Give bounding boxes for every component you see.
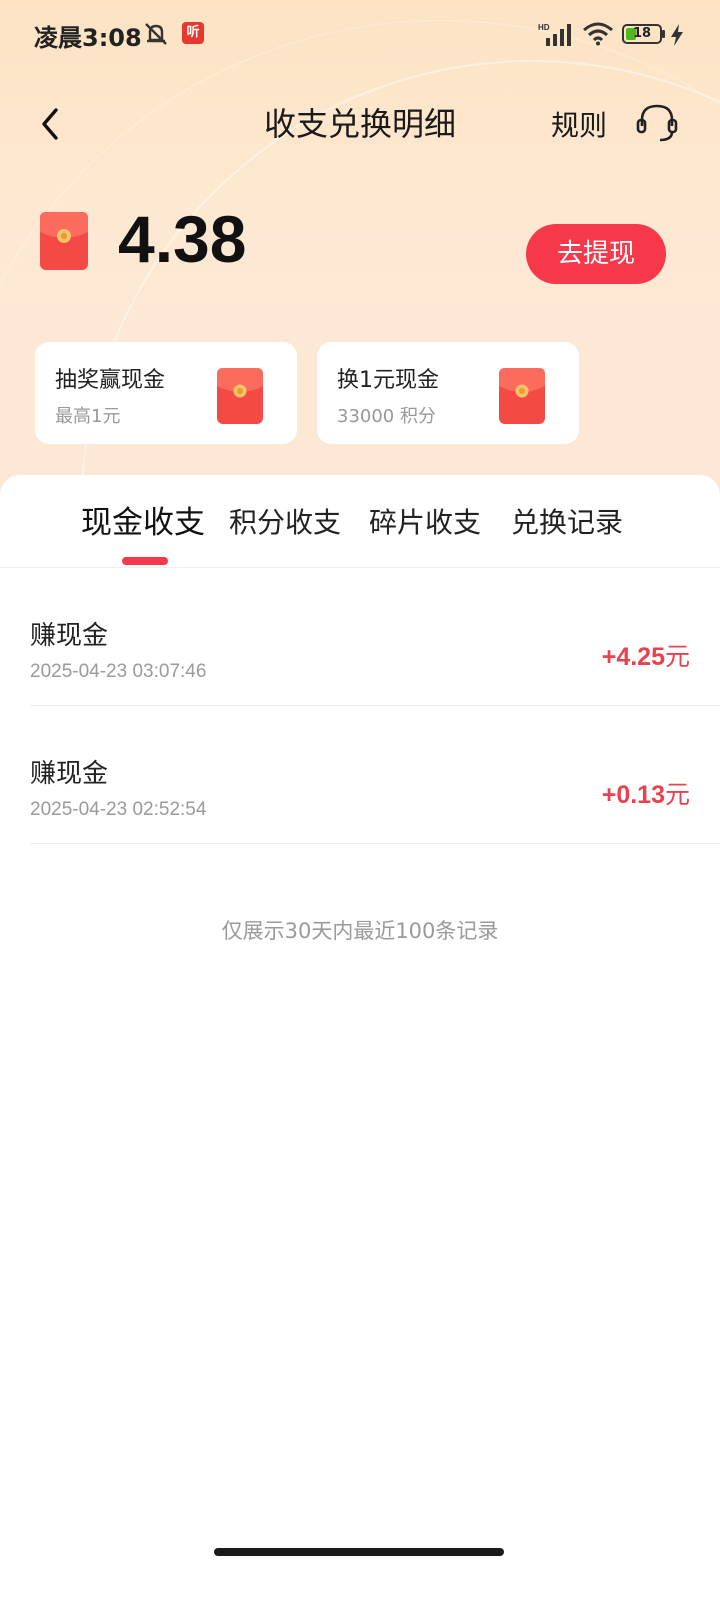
card-title: 抽奖赢现金 xyxy=(55,368,166,393)
app-notification-icon: 听 xyxy=(182,22,204,44)
battery-icon: 18 xyxy=(622,24,662,44)
card-subtitle: 最高1元 xyxy=(55,406,121,427)
status-time: 凌晨3:08 xyxy=(34,24,142,52)
record-title: 赚现金 xyxy=(30,759,109,789)
mute-icon xyxy=(145,23,167,45)
balance-amount: 4.38 xyxy=(118,202,247,276)
tab-bar: 现金收支 积分收支 碎片收支 兑换记录 xyxy=(0,475,720,568)
wifi-icon xyxy=(583,22,613,46)
card-title: 换1元现金 xyxy=(337,368,439,393)
footer-note: 仅展示30天内最近100条记录 xyxy=(221,919,499,943)
record-amount-unit: 元 xyxy=(664,781,690,809)
record-title: 赚现金 xyxy=(30,621,109,651)
record-amount: +4.25元 xyxy=(602,637,690,673)
record-amount-unit: 元 xyxy=(664,643,690,671)
record-amount: +0.13元 xyxy=(602,775,690,811)
customer-service-icon[interactable] xyxy=(634,100,680,146)
withdraw-button[interactable]: 去提现 xyxy=(526,224,666,284)
red-envelope-icon xyxy=(40,212,88,270)
tab-exchange-records[interactable]: 兑换记录 xyxy=(511,503,623,543)
battery-percent: 18 xyxy=(632,26,652,41)
records-panel: 现金收支 积分收支 碎片收支 兑换记录 赚现金 2025-04-23 03:07… xyxy=(0,475,720,1600)
active-tab-indicator xyxy=(122,557,168,565)
record-time: 2025-04-23 02:52:54 xyxy=(30,799,207,820)
charging-icon xyxy=(671,24,683,46)
list-item[interactable]: 赚现金 2025-04-23 02:52:54 +0.13元 xyxy=(30,705,720,844)
battery-tip xyxy=(662,30,665,38)
red-envelope-icon xyxy=(499,368,545,424)
record-time: 2025-04-23 03:07:46 xyxy=(30,661,207,682)
status-bar: 凌晨3:08 听 HD 18 xyxy=(0,0,720,70)
svg-text:HD: HD xyxy=(538,23,550,32)
rules-link[interactable]: 规则 xyxy=(551,104,607,148)
tab-cash[interactable]: 现金收支 xyxy=(81,503,205,543)
card-subtitle: 33000 积分 xyxy=(337,406,436,427)
list-item[interactable]: 赚现金 2025-04-23 03:07:46 +4.25元 xyxy=(30,567,720,706)
home-indicator[interactable] xyxy=(214,1548,504,1556)
red-envelope-icon xyxy=(217,368,263,424)
page-title: 收支兑换明细 xyxy=(263,105,456,143)
lottery-cash-card[interactable]: 抽奖赢现金 最高1元 xyxy=(35,342,297,444)
record-amount-value: +4.25 xyxy=(601,643,665,671)
record-amount-value: +0.13 xyxy=(601,781,665,809)
exchange-cash-card[interactable]: 换1元现金 33000 积分 xyxy=(317,342,579,444)
tab-fragments[interactable]: 碎片收支 xyxy=(369,503,481,543)
tab-points[interactable]: 积分收支 xyxy=(229,503,341,543)
signal-icon: HD xyxy=(538,23,571,46)
